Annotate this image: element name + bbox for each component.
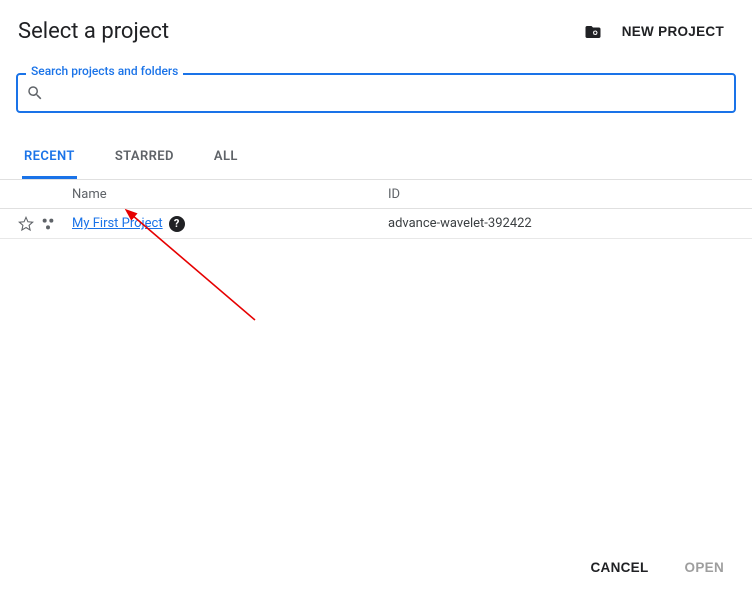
new-folder-icon[interactable] xyxy=(582,23,604,41)
search-field-wrapper: Search projects and folders xyxy=(16,73,736,113)
help-icon[interactable]: ? xyxy=(169,216,185,232)
new-project-button[interactable]: NEW PROJECT xyxy=(618,18,728,45)
dialog-header: Select a project NEW PROJECT xyxy=(0,0,752,55)
dialog-footer: CANCEL OPEN xyxy=(562,536,752,599)
tab-all[interactable]: ALL xyxy=(212,139,240,179)
open-button[interactable]: OPEN xyxy=(681,554,728,581)
tab-recent[interactable]: RECENT xyxy=(22,139,77,179)
search-icon xyxy=(26,84,44,102)
row-id-cell: advance-wavelet-392422 xyxy=(388,216,752,231)
star-icon[interactable] xyxy=(18,216,34,232)
search-label: Search projects and folders xyxy=(26,64,183,78)
header-actions: NEW PROJECT xyxy=(582,18,728,45)
search-input[interactable] xyxy=(44,75,726,111)
project-picker-dialog: Select a project NEW PROJECT Search proj… xyxy=(0,0,752,599)
column-name-header: Name xyxy=(72,187,388,202)
column-id-header: ID xyxy=(388,187,752,202)
project-type-icon xyxy=(40,216,56,232)
cancel-button[interactable]: CANCEL xyxy=(586,554,652,581)
row-name-cell: My First Project ? xyxy=(72,216,388,232)
row-icons xyxy=(0,216,72,232)
tab-starred[interactable]: STARRED xyxy=(113,139,176,179)
dialog-title: Select a project xyxy=(18,19,169,44)
project-link[interactable]: My First Project xyxy=(72,216,163,231)
tabs: RECENT STARRED ALL xyxy=(0,139,752,179)
table-row[interactable]: My First Project ? advance-wavelet-39242… xyxy=(0,209,752,239)
search-box[interactable] xyxy=(16,73,736,113)
table-header: Name ID xyxy=(0,179,752,209)
